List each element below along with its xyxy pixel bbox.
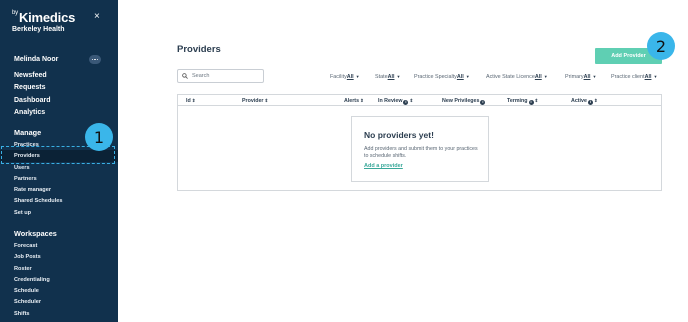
nav-set-up[interactable]: Set up <box>14 208 63 219</box>
column-label: Terming <box>507 98 528 104</box>
close-icon[interactable]: × <box>94 12 100 22</box>
empty-state-card: No providers yet! Add providers and subm… <box>351 116 489 182</box>
step-badge-2: 2 <box>647 32 675 60</box>
filter-label: Facility <box>330 74 347 80</box>
column-label: In Review <box>378 98 403 104</box>
filter-label: Primary <box>565 74 584 80</box>
column-in-review[interactable]: In Review i ⇕ <box>378 98 413 105</box>
page-title: Providers <box>177 44 221 55</box>
nav-shared-schedules[interactable]: Shared Schedules <box>14 196 63 207</box>
org-name: Berkeley Health <box>12 26 65 33</box>
info-icon: i <box>480 99 486 105</box>
caret-down-icon: ▼ <box>396 74 401 79</box>
sort-icon: ⇕ <box>191 98 196 103</box>
nav-job-posts[interactable]: Job Posts <box>14 252 50 263</box>
column-label: Provider <box>242 98 264 104</box>
table-header: Id⇕ Provider⇕ Alerts⇕ In Review i ⇕ New Pr… <box>178 95 661 106</box>
step-badge-1: 1 <box>85 123 113 151</box>
nav-shifts[interactable]: Shifts <box>14 309 50 320</box>
filter-primary[interactable]: PrimaryAll ▼ <box>565 74 596 80</box>
nav-forecast[interactable]: Forecast <box>14 241 50 252</box>
filter-value: All <box>583 74 591 80</box>
filter-value: All <box>346 74 354 80</box>
workspaces-list: Forecast Job Posts Roster Credentialing … <box>14 241 50 320</box>
filter-practice-specialty[interactable]: Practice SpecialtyAll ▼ <box>414 74 470 80</box>
filter-value: All <box>387 74 395 80</box>
filter-label: State <box>375 74 388 80</box>
column-terming[interactable]: Terming i ⇕ <box>507 98 538 105</box>
sort-icon: ⇕ <box>593 98 598 103</box>
manage-section-title: Manage <box>14 128 42 137</box>
nav-requests[interactable]: Requests <box>14 82 51 94</box>
sort-icon: ⇕ <box>360 98 364 103</box>
nav-partners[interactable]: Partners <box>14 174 63 185</box>
filter-label: Active State Licence <box>486 74 535 80</box>
search-input[interactable] <box>192 73 262 79</box>
brand-prefix: by <box>12 10 18 16</box>
workspaces-section-title: Workspaces <box>14 229 57 238</box>
info-icon: i <box>403 99 409 105</box>
more-options-icon[interactable] <box>89 55 101 64</box>
sort-icon: ⇕ <box>264 98 269 103</box>
column-label: Active <box>571 98 587 104</box>
app: byKimedics Berkeley Health × Melinda Noo… <box>0 0 688 322</box>
sort-icon: ⇕ <box>534 98 539 103</box>
filter-label: Practice client <box>611 74 645 80</box>
brand-logo: byKimedics <box>12 10 75 25</box>
caret-down-icon: ▼ <box>465 74 470 79</box>
user-name: Melinda Noor <box>14 56 59 63</box>
search-box[interactable] <box>177 69 264 83</box>
caret-down-icon: ▼ <box>355 74 360 79</box>
column-label: Alerts <box>344 98 360 104</box>
filter-value: All <box>534 74 542 80</box>
column-new-privileges[interactable]: New Privileges i <box>442 98 486 105</box>
caret-down-icon: ▼ <box>653 74 658 79</box>
empty-state-title: No providers yet! <box>364 130 434 140</box>
filter-value: All <box>456 74 464 80</box>
filter-value: All <box>644 74 652 80</box>
caret-down-icon: ▼ <box>592 74 597 79</box>
nav-dashboard[interactable]: Dashboard <box>14 95 51 107</box>
nav-users[interactable]: Users <box>14 163 63 174</box>
nav-rate-manager[interactable]: Rate manager <box>14 185 63 196</box>
nav-schedule[interactable]: Schedule <box>14 286 50 297</box>
nav-scheduler[interactable]: Scheduler <box>14 297 50 308</box>
sort-icon: ⇕ <box>409 98 414 103</box>
info-icon: i <box>587 99 593 105</box>
nav-analytics[interactable]: Analytics <box>14 107 51 119</box>
column-label: Id <box>186 98 191 104</box>
column-provider[interactable]: Provider⇕ <box>242 98 268 104</box>
filter-state[interactable]: StateAll ▼ <box>375 74 400 80</box>
brand-name: Kimedics <box>18 10 76 25</box>
main-nav: Newsfeed Requests Dashboard Analytics <box>14 70 51 120</box>
column-id[interactable]: Id⇕ <box>186 98 196 104</box>
caret-down-icon: ▼ <box>543 74 548 79</box>
info-icon: i <box>528 99 534 105</box>
filter-active-state-licence[interactable]: Active State LicenceAll ▼ <box>486 74 548 80</box>
column-active[interactable]: Active i ⇕ <box>571 98 598 105</box>
search-icon <box>182 73 188 79</box>
nav-roster[interactable]: Roster <box>14 264 50 275</box>
empty-state-text: Add providers and submit them to your pr… <box>364 146 478 159</box>
nav-credentialing[interactable]: Credentialing <box>14 275 50 286</box>
add-provider-link[interactable]: Add a provider <box>364 163 403 169</box>
column-label: New Privileges <box>442 98 480 104</box>
filter-practice-client[interactable]: Practice clientAll ▼ <box>611 74 657 80</box>
column-alerts[interactable]: Alerts⇕ <box>344 98 364 104</box>
filter-label: Practice Specialty <box>414 74 457 80</box>
nav-newsfeed[interactable]: Newsfeed <box>14 70 51 82</box>
filter-facility[interactable]: FacilityAll ▼ <box>330 74 360 80</box>
